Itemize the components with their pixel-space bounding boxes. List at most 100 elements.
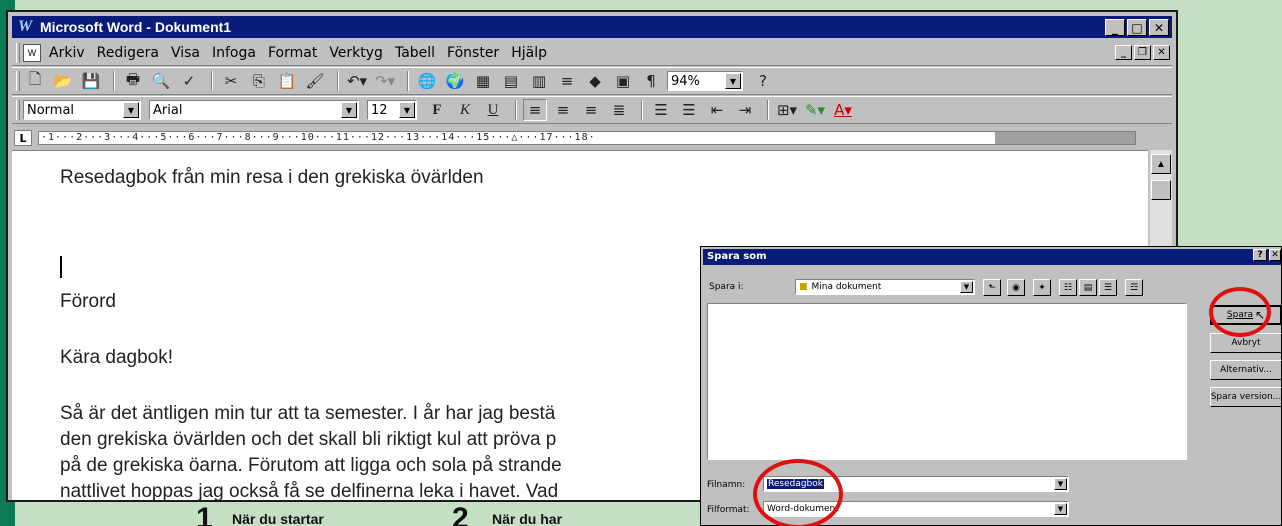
- save-as-dialog: Spara som ? ✕ Spara i: ■ Mina dokument ▼…: [700, 246, 1282, 526]
- doc-line: Kära dagbok!: [60, 347, 174, 368]
- toolbar-separator: [407, 71, 409, 91]
- paste-icon[interactable]: 📋: [275, 70, 299, 92]
- dialog-help-button[interactable]: ?: [1253, 249, 1267, 261]
- help-icon[interactable]: ?: [751, 70, 775, 92]
- menu-format[interactable]: Format: [268, 45, 317, 61]
- align-left-icon[interactable]: ≡: [523, 99, 547, 121]
- chevron-down-icon[interactable]: ▼: [960, 281, 973, 293]
- list-view-icon[interactable]: ☷: [1059, 279, 1077, 296]
- decrease-indent-icon[interactable]: ⇤: [705, 99, 729, 121]
- document-icon[interactable]: W: [23, 43, 41, 62]
- chevron-down-icon[interactable]: ▼: [1054, 478, 1067, 490]
- window-title: Microsoft Word - Dokument1: [40, 19, 232, 35]
- save-in-select[interactable]: ■ Mina dokument ▼: [795, 279, 975, 295]
- spelling-icon[interactable]: ✓: [177, 70, 201, 92]
- menu-grip: [16, 42, 20, 63]
- up-folder-icon[interactable]: ⬑: [983, 279, 1001, 296]
- font-select[interactable]: Arial ▼: [149, 100, 359, 120]
- open-folder-icon[interactable]: 📂: [51, 70, 75, 92]
- close-button[interactable]: ✕: [1149, 19, 1169, 36]
- filename-highlight-circle: [753, 459, 843, 526]
- menu-hjalp[interactable]: Hjälp: [511, 45, 547, 61]
- redo-icon[interactable]: ↷▾: [373, 70, 397, 92]
- ruler-scale[interactable]: ·1···2···3···4···5···6···7···8···9···10·…: [38, 131, 1136, 145]
- undo-icon[interactable]: ↶▾: [345, 70, 369, 92]
- chevron-down-icon[interactable]: ▼: [341, 102, 357, 118]
- web-toolbar-icon[interactable]: 🌍: [443, 70, 467, 92]
- dialog-title: Spara som: [703, 249, 1281, 265]
- menu-verktyg[interactable]: Verktyg: [329, 45, 383, 61]
- drawing-icon[interactable]: ◆: [583, 70, 607, 92]
- show-hide-icon[interactable]: ¶: [639, 70, 663, 92]
- chevron-down-icon[interactable]: ▼: [123, 102, 139, 118]
- chevron-down-icon[interactable]: ▼: [1054, 503, 1067, 515]
- menu-tabell[interactable]: Tabell: [395, 45, 435, 61]
- preview-view-icon[interactable]: ☰: [1099, 279, 1117, 296]
- bold-icon[interactable]: F: [425, 99, 449, 121]
- size-select[interactable]: 12 ▼: [367, 100, 417, 120]
- save-disk-icon[interactable]: 💾: [79, 70, 103, 92]
- font-color-icon[interactable]: A▾: [831, 99, 855, 121]
- scroll-up-icon[interactable]: ▲: [1151, 154, 1171, 174]
- details-view-icon[interactable]: ▤: [1079, 279, 1097, 296]
- toolbar-grip: [16, 100, 20, 120]
- columns-icon[interactable]: ≡: [555, 70, 579, 92]
- increase-indent-icon[interactable]: ⇥: [733, 99, 757, 121]
- doc-restore-button[interactable]: ❐: [1134, 45, 1151, 60]
- cut-icon[interactable]: ✂: [219, 70, 243, 92]
- ruler: L ·1···2···3···4···5···6···7···8···9···1…: [12, 128, 1172, 148]
- search-web-icon[interactable]: ◉: [1007, 279, 1025, 296]
- highlight-icon[interactable]: ✎▾: [803, 99, 827, 121]
- menu-visa[interactable]: Visa: [171, 45, 200, 61]
- save-in-value: Mina dokument: [811, 282, 882, 292]
- doc-line: Förord: [60, 291, 116, 312]
- hyperlink-icon[interactable]: 🌐: [415, 70, 439, 92]
- text-cursor: [60, 256, 62, 278]
- border-icon[interactable]: ⊞▾: [775, 99, 799, 121]
- chevron-down-icon[interactable]: ▼: [399, 102, 415, 118]
- save-version-button[interactable]: Spara version...: [1210, 387, 1282, 407]
- document-map-icon[interactable]: ▣: [611, 70, 635, 92]
- file-list[interactable]: [707, 303, 1187, 460]
- menu-arkiv[interactable]: Arkiv: [49, 45, 85, 61]
- menu-redigera[interactable]: Redigera: [97, 45, 159, 61]
- tab-selector[interactable]: L: [14, 130, 32, 146]
- minimize-button[interactable]: _: [1105, 19, 1125, 36]
- step-caption: När du startar: [232, 511, 324, 526]
- ruler-margin: [995, 132, 1135, 144]
- save-highlight-circle: [1209, 287, 1271, 337]
- doc-minimize-button[interactable]: _: [1115, 45, 1132, 60]
- dialog-close-button[interactable]: ✕: [1269, 249, 1281, 261]
- format-painter-icon[interactable]: 🖌: [303, 70, 327, 92]
- print-icon[interactable]: 🖶: [121, 70, 145, 92]
- new-folder-icon[interactable]: ✦: [1033, 279, 1051, 296]
- step-caption: När du har: [492, 511, 563, 526]
- maximize-button[interactable]: □: [1127, 19, 1147, 36]
- tables-borders-icon[interactable]: ▦: [471, 70, 495, 92]
- justify-icon[interactable]: ≣: [607, 99, 631, 121]
- bullet-list-icon[interactable]: ☰: [677, 99, 701, 121]
- print-preview-icon[interactable]: 🔍: [149, 70, 173, 92]
- zoom-select[interactable]: 94% ▼: [667, 71, 743, 91]
- menu-infoga[interactable]: Infoga: [212, 45, 256, 61]
- insert-table-icon[interactable]: ▤: [499, 70, 523, 92]
- options-button[interactable]: Alternativ...: [1210, 360, 1282, 380]
- toolbar-grip: [16, 71, 20, 91]
- chevron-down-icon[interactable]: ▼: [725, 73, 741, 89]
- doc-line: Så är det äntligen min tur att ta semest…: [60, 403, 556, 424]
- align-right-icon[interactable]: ≡: [579, 99, 603, 121]
- new-document-icon[interactable]: 🗋: [23, 70, 47, 92]
- underline-icon[interactable]: U: [481, 99, 505, 121]
- doc-close-button[interactable]: ✕: [1153, 45, 1170, 60]
- align-center-icon[interactable]: ≡: [551, 99, 575, 121]
- copy-icon[interactable]: ⎘: [247, 70, 271, 92]
- insert-excel-icon[interactable]: ▥: [527, 70, 551, 92]
- scroll-thumb[interactable]: [1151, 180, 1171, 200]
- doc-heading: Resedagbok från min resa i den grekiska …: [60, 167, 484, 188]
- numbered-list-icon[interactable]: ☰: [649, 99, 673, 121]
- style-select[interactable]: Normal ▼: [23, 100, 141, 120]
- italic-icon[interactable]: K: [453, 99, 477, 121]
- commands-icon[interactable]: ☲: [1125, 279, 1143, 296]
- toolbar-separator: [641, 100, 643, 120]
- menu-fonster[interactable]: Fönster: [447, 45, 499, 61]
